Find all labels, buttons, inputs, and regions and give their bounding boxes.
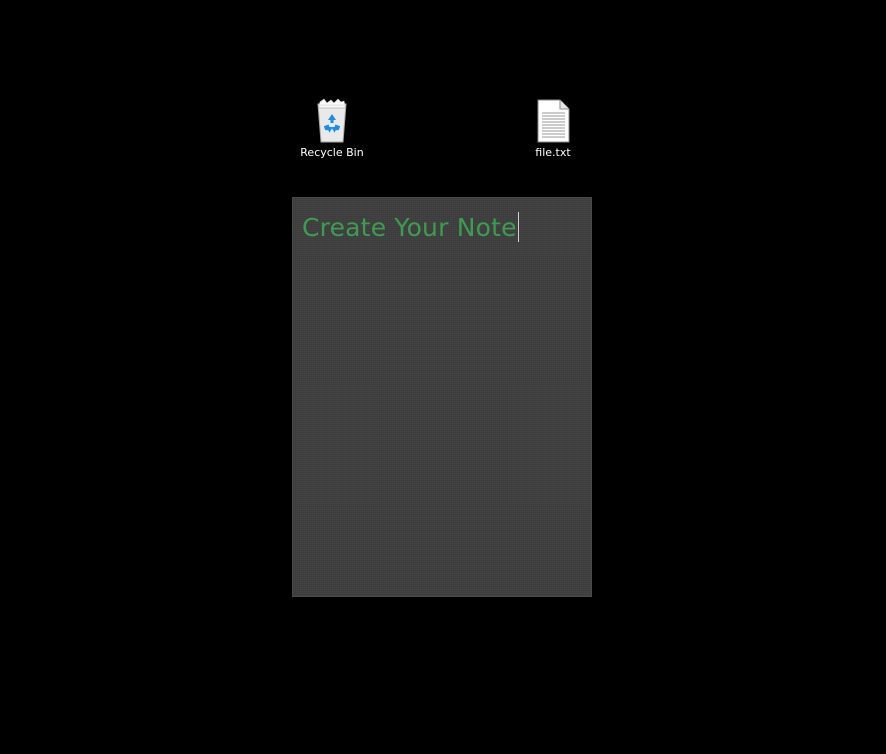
- recycle-bin-label: Recycle Bin: [300, 146, 364, 159]
- note-text-area[interactable]: Create Your Note: [302, 212, 519, 244]
- desktop-icon-recycle-bin[interactable]: Recycle Bin: [292, 98, 372, 159]
- file-txt-label: file.txt: [535, 146, 571, 159]
- desktop-icon-file-txt[interactable]: file.txt: [513, 98, 593, 159]
- text-file-icon: [537, 99, 570, 143]
- note-editor[interactable]: Create Your Note: [292, 197, 592, 597]
- desktop: Recycle Bin file.txt Create Your Note: [0, 0, 886, 754]
- text-caret: [517, 212, 519, 242]
- note-text: Create Your Note: [302, 213, 517, 242]
- recycle-bin-icon: [317, 98, 347, 143]
